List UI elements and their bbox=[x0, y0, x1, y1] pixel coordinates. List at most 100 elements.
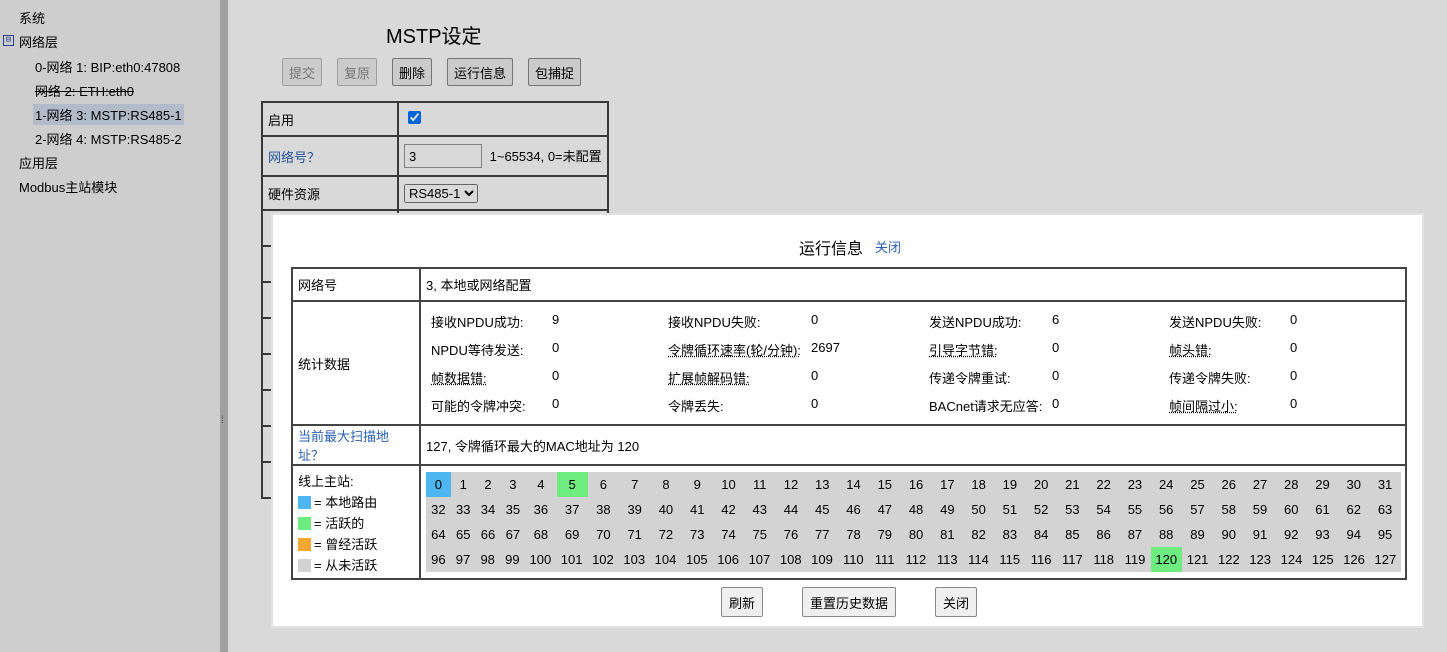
refresh-button[interactable]: 刷新 bbox=[721, 587, 764, 617]
master-node-75: 75 bbox=[744, 522, 776, 547]
master-node-96: 96 bbox=[426, 547, 451, 572]
master-node-105: 105 bbox=[681, 547, 713, 572]
master-node-45: 45 bbox=[806, 497, 838, 522]
master-node-64: 64 bbox=[426, 522, 451, 547]
max-scan-address-value: 127, 令牌循环最大的MAC地址为 120 bbox=[419, 424, 1407, 466]
legend-was-active: = 曾经活跃 bbox=[298, 534, 414, 555]
master-node-86: 86 bbox=[1088, 522, 1120, 547]
master-node-42: 42 bbox=[712, 497, 745, 522]
master-node-98: 98 bbox=[475, 547, 501, 572]
master-node-28: 28 bbox=[1275, 472, 1307, 497]
stat-value: 0 bbox=[811, 312, 819, 327]
stat-label: NPDU等待发送: bbox=[431, 343, 524, 358]
master-node-121: 121 bbox=[1181, 547, 1214, 572]
master-node-79: 79 bbox=[869, 522, 901, 547]
master-node-37: 37 bbox=[556, 497, 588, 522]
stat-label: 传递令牌重试: bbox=[929, 371, 1011, 386]
dialog-close-link[interactable]: 关闭 bbox=[875, 237, 901, 256]
stat-label[interactable]: 令牌循环速率(轮/分钟): bbox=[668, 340, 801, 359]
dialog-close-button[interactable]: 关闭 bbox=[935, 587, 978, 617]
master-node-grid-cell: 0 1 2 3 4 5 6 7 8 9 10 11 12 13 14 15 16 17 18 19 20 21 22 23 24… bbox=[419, 464, 1407, 580]
master-node-56: 56 bbox=[1150, 497, 1182, 522]
master-node-83: 83 bbox=[994, 522, 1026, 547]
max-scan-address-label[interactable]: 当前最大扫描地址？ bbox=[291, 424, 421, 466]
stat-value: 0 bbox=[552, 396, 560, 411]
stat-label[interactable]: 引导字节错: bbox=[929, 340, 998, 359]
master-node-20: 20 bbox=[1025, 472, 1057, 497]
master-node-48: 48 bbox=[900, 497, 932, 522]
master-node-111: 111 bbox=[868, 547, 901, 572]
master-node-108: 108 bbox=[775, 547, 807, 572]
master-node-94: 94 bbox=[1338, 522, 1370, 547]
master-node-57: 57 bbox=[1181, 497, 1214, 522]
master-node-120: 120 bbox=[1150, 547, 1182, 572]
master-node-107: 107 bbox=[743, 547, 776, 572]
master-node-101: 101 bbox=[555, 547, 588, 572]
master-node-66: 66 bbox=[475, 522, 501, 547]
master-node-7: 7 bbox=[619, 472, 651, 497]
master-node-92: 92 bbox=[1275, 522, 1307, 547]
stat-label: 传递令牌失败: bbox=[1169, 371, 1251, 386]
stat-label[interactable]: 帧数据错: bbox=[431, 368, 487, 387]
stat-value: 0 bbox=[811, 396, 819, 411]
master-node-grid: 0 1 2 3 4 5 6 7 8 9 10 11 12 13 14 15 16 17 18 19 20 21 22 23 24… bbox=[426, 472, 1401, 572]
stat-label[interactable]: 扩展帧解码错: bbox=[668, 368, 750, 387]
master-node-26: 26 bbox=[1213, 472, 1245, 497]
stat-label: BACnet请求无应答: bbox=[929, 399, 1043, 414]
master-node-58: 58 bbox=[1213, 497, 1245, 522]
stat-label: 令牌丢失: bbox=[668, 399, 724, 414]
network-number-value: 3, 本地或网络配置 bbox=[419, 267, 1407, 302]
master-node-95: 95 bbox=[1369, 522, 1401, 547]
master-node-115: 115 bbox=[994, 547, 1026, 572]
master-node-124: 124 bbox=[1275, 547, 1308, 572]
stat-label[interactable]: 帧头错: bbox=[1169, 340, 1212, 359]
stat-value: 0 bbox=[1052, 368, 1060, 383]
master-node-72: 72 bbox=[650, 522, 682, 547]
master-node-73: 73 bbox=[681, 522, 713, 547]
master-node-53: 53 bbox=[1056, 497, 1089, 522]
master-node-114: 114 bbox=[962, 547, 995, 572]
master-node-9: 9 bbox=[681, 472, 713, 497]
reset-history-button[interactable]: 重置历史数据 bbox=[802, 587, 897, 617]
master-node-50: 50 bbox=[962, 497, 995, 522]
master-node-8: 8 bbox=[650, 472, 682, 497]
master-node-116: 116 bbox=[1025, 547, 1057, 572]
master-node-18: 18 bbox=[962, 472, 995, 497]
runtime-info-table: 网络号 3, 本地或网络配置 统计数据 接收NPDU成功: 9 接收NPDU失败: 0… bbox=[291, 267, 1407, 580]
master-node-29: 29 bbox=[1306, 472, 1339, 497]
master-node-14: 14 bbox=[837, 472, 870, 497]
master-node-59: 59 bbox=[1244, 497, 1276, 522]
master-node-22: 22 bbox=[1088, 472, 1120, 497]
stat-value: 9 bbox=[552, 312, 560, 327]
stat-value: 2697 bbox=[811, 340, 840, 355]
master-node-11: 11 bbox=[744, 472, 776, 497]
master-node-30: 30 bbox=[1338, 472, 1370, 497]
master-node-41: 41 bbox=[681, 497, 713, 522]
master-node-106: 106 bbox=[712, 547, 744, 572]
stat-value: 0 bbox=[552, 340, 560, 355]
master-node-47: 47 bbox=[869, 497, 901, 522]
master-node-110: 110 bbox=[837, 547, 869, 572]
master-node-126: 126 bbox=[1338, 547, 1370, 572]
legend-swatch-was-active bbox=[298, 538, 311, 551]
statistics-cell: 接收NPDU成功: 9 接收NPDU失败: 0 发送NPDU成功: 6 发送NPDU失败: 0… bbox=[419, 300, 1407, 426]
stat-value: 0 bbox=[1290, 340, 1298, 355]
master-node-21: 21 bbox=[1056, 472, 1089, 497]
network-number-label: 网络号 bbox=[291, 267, 421, 302]
stat-value: 0 bbox=[1052, 340, 1060, 355]
statistics-label: 统计数据 bbox=[291, 300, 421, 426]
master-node-69: 69 bbox=[556, 522, 588, 547]
master-node-122: 122 bbox=[1213, 547, 1245, 572]
dialog-title: 运行信息 bbox=[799, 241, 864, 258]
master-node-6: 6 bbox=[587, 472, 620, 497]
legend-local-route: = 本地路由 bbox=[298, 492, 414, 513]
online-masters-label: 线上主站: bbox=[298, 474, 354, 489]
legend-active: = 活跃的 bbox=[298, 513, 414, 534]
stat-label[interactable]: 帧间隔过小: bbox=[1169, 396, 1238, 415]
master-node-38: 38 bbox=[587, 497, 620, 522]
master-node-65: 65 bbox=[450, 522, 476, 547]
node-row: 64 65 66 67 68 69 70 71 72 73 74 75 76 77 78 79 80 81 82 83… bbox=[426, 522, 1401, 547]
master-node-81: 81 bbox=[931, 522, 963, 547]
master-node-109: 109 bbox=[806, 547, 838, 572]
master-node-49: 49 bbox=[931, 497, 963, 522]
